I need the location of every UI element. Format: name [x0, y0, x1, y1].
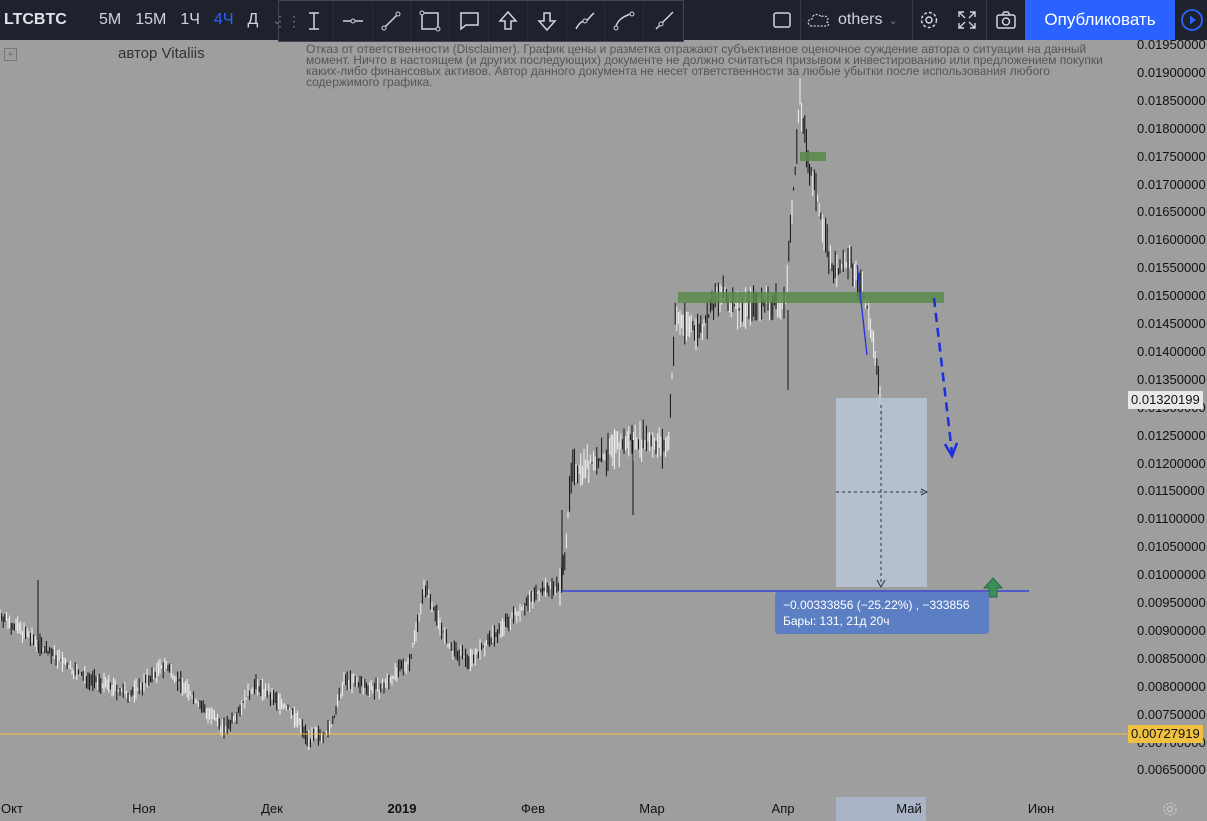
price-tick: 0.01350000	[1137, 371, 1206, 387]
arrow-up-icon[interactable]	[489, 1, 528, 41]
price-tick: 0.00750000	[1137, 706, 1206, 722]
resistance-zone[interactable]	[678, 292, 944, 303]
measure-tooltip: −0.00333856 (−25.22%) , −333856 Бары: 13…	[775, 592, 989, 634]
price-tick: 0.01850000	[1137, 92, 1206, 108]
price-tick: 0.01500000	[1137, 288, 1206, 304]
trend-line-icon[interactable]	[373, 1, 412, 41]
forecast-dashed-arrow[interactable]	[932, 297, 954, 454]
interval-15m-button[interactable]: 15М	[128, 0, 173, 40]
rectangle-icon[interactable]	[411, 1, 451, 41]
time-tick: Ноя	[132, 801, 156, 816]
interval-4h-button[interactable]: 4Ч	[207, 0, 241, 40]
price-tick: 0.01800000	[1137, 120, 1206, 136]
price-tick: 0.01550000	[1137, 260, 1206, 276]
price-tick: 0.01750000	[1137, 148, 1206, 164]
author-label: автор Vitaliis	[118, 45, 205, 62]
drawing-toolbar: ⋮⋮	[273, 0, 684, 42]
gear-icon[interactable]	[1161, 800, 1179, 818]
text-cursor-icon[interactable]	[295, 1, 334, 41]
time-tick: Окт	[1, 801, 23, 816]
measure-bars-duration: Бары: 131, 21д 20ч	[783, 614, 890, 628]
brush-icon[interactable]	[567, 1, 606, 41]
price-scale[interactable]: 0.01950000 0.01900000 0.01850000 0.01800000…	[1127, 37, 1207, 797]
symbol-search-button[interactable]: LTCBTC	[0, 0, 92, 40]
chevron-down-icon: ⌄	[888, 14, 898, 27]
price-tick: 0.01000000	[1137, 567, 1206, 583]
interval-5m-button[interactable]: 5М	[92, 0, 128, 40]
price-tick: 0.01950000	[1137, 37, 1206, 52]
time-tick: Фев	[520, 801, 546, 816]
supply-zone-small[interactable]	[800, 152, 826, 161]
play-icon[interactable]	[1178, 6, 1206, 34]
time-tick: Мар	[639, 801, 665, 816]
drag-handle-icon[interactable]: ⋮⋮	[273, 0, 301, 42]
price-tick: 0.00950000	[1137, 595, 1206, 610]
layout-dropdown[interactable]: others ⌄	[806, 0, 898, 40]
price-tick: 0.01450000	[1137, 316, 1206, 331]
legend-toggle-icon[interactable]: +	[4, 48, 17, 61]
level-price-label: 0.00727919	[1128, 725, 1203, 743]
price-tick: 0.00900000	[1137, 622, 1206, 638]
cloud-icon	[807, 13, 830, 27]
ray-icon[interactable]	[644, 1, 683, 41]
price-tick: 0.01600000	[1137, 232, 1206, 248]
path-icon[interactable]	[605, 1, 645, 41]
candlestick-series	[0, 78, 883, 750]
time-scale[interactable]: Окт Ноя Дек 2019 Фев Мар Апр Май Июн	[0, 797, 1207, 821]
price-tick: 0.01400000	[1137, 343, 1206, 359]
horizontal-line-icon[interactable]	[334, 1, 373, 41]
price-tick: 0.00650000	[1137, 762, 1206, 778]
price-tick: 0.00850000	[1137, 650, 1206, 666]
time-tick: Апр	[771, 801, 795, 816]
price-tick: 0.01200000	[1137, 455, 1206, 471]
layout-square-icon[interactable]	[763, 0, 801, 40]
measure-price-change: −0.00333856 (−25.22%) , −333856	[783, 598, 970, 612]
callout-icon[interactable]	[450, 1, 489, 41]
price-tick: 0.01700000	[1137, 176, 1206, 192]
publish-button[interactable]: Опубликовать	[1025, 0, 1175, 40]
price-tick: 0.01900000	[1137, 64, 1206, 80]
price-tick: 0.00800000	[1137, 678, 1206, 694]
gear-icon[interactable]	[910, 0, 948, 40]
price-tick: 0.01150000	[1137, 483, 1205, 499]
price-tick: 0.01050000	[1137, 539, 1206, 555]
price-tick: 0.01250000	[1137, 427, 1206, 443]
arrow-down-icon[interactable]	[528, 1, 567, 41]
interval-1d-button[interactable]: Д	[240, 0, 265, 40]
current-price-label: 0.01320199	[1128, 391, 1203, 409]
time-tick: 2019	[387, 801, 417, 816]
interval-1h-button[interactable]: 1Ч	[173, 0, 207, 40]
fullscreen-icon[interactable]	[948, 0, 986, 40]
price-chart[interactable]	[0, 40, 1127, 797]
disclaimer-text: Отказ от ответственности (Disclaimer). Г…	[306, 42, 1103, 89]
layout-name: others	[838, 11, 883, 28]
time-tick: Май	[896, 801, 922, 816]
camera-icon[interactable]	[987, 0, 1025, 40]
time-tick: Дек	[261, 801, 283, 816]
time-tick: Июн	[1027, 801, 1055, 816]
price-tick: 0.01100000	[1137, 511, 1205, 527]
price-tick: 0.01650000	[1137, 204, 1206, 220]
